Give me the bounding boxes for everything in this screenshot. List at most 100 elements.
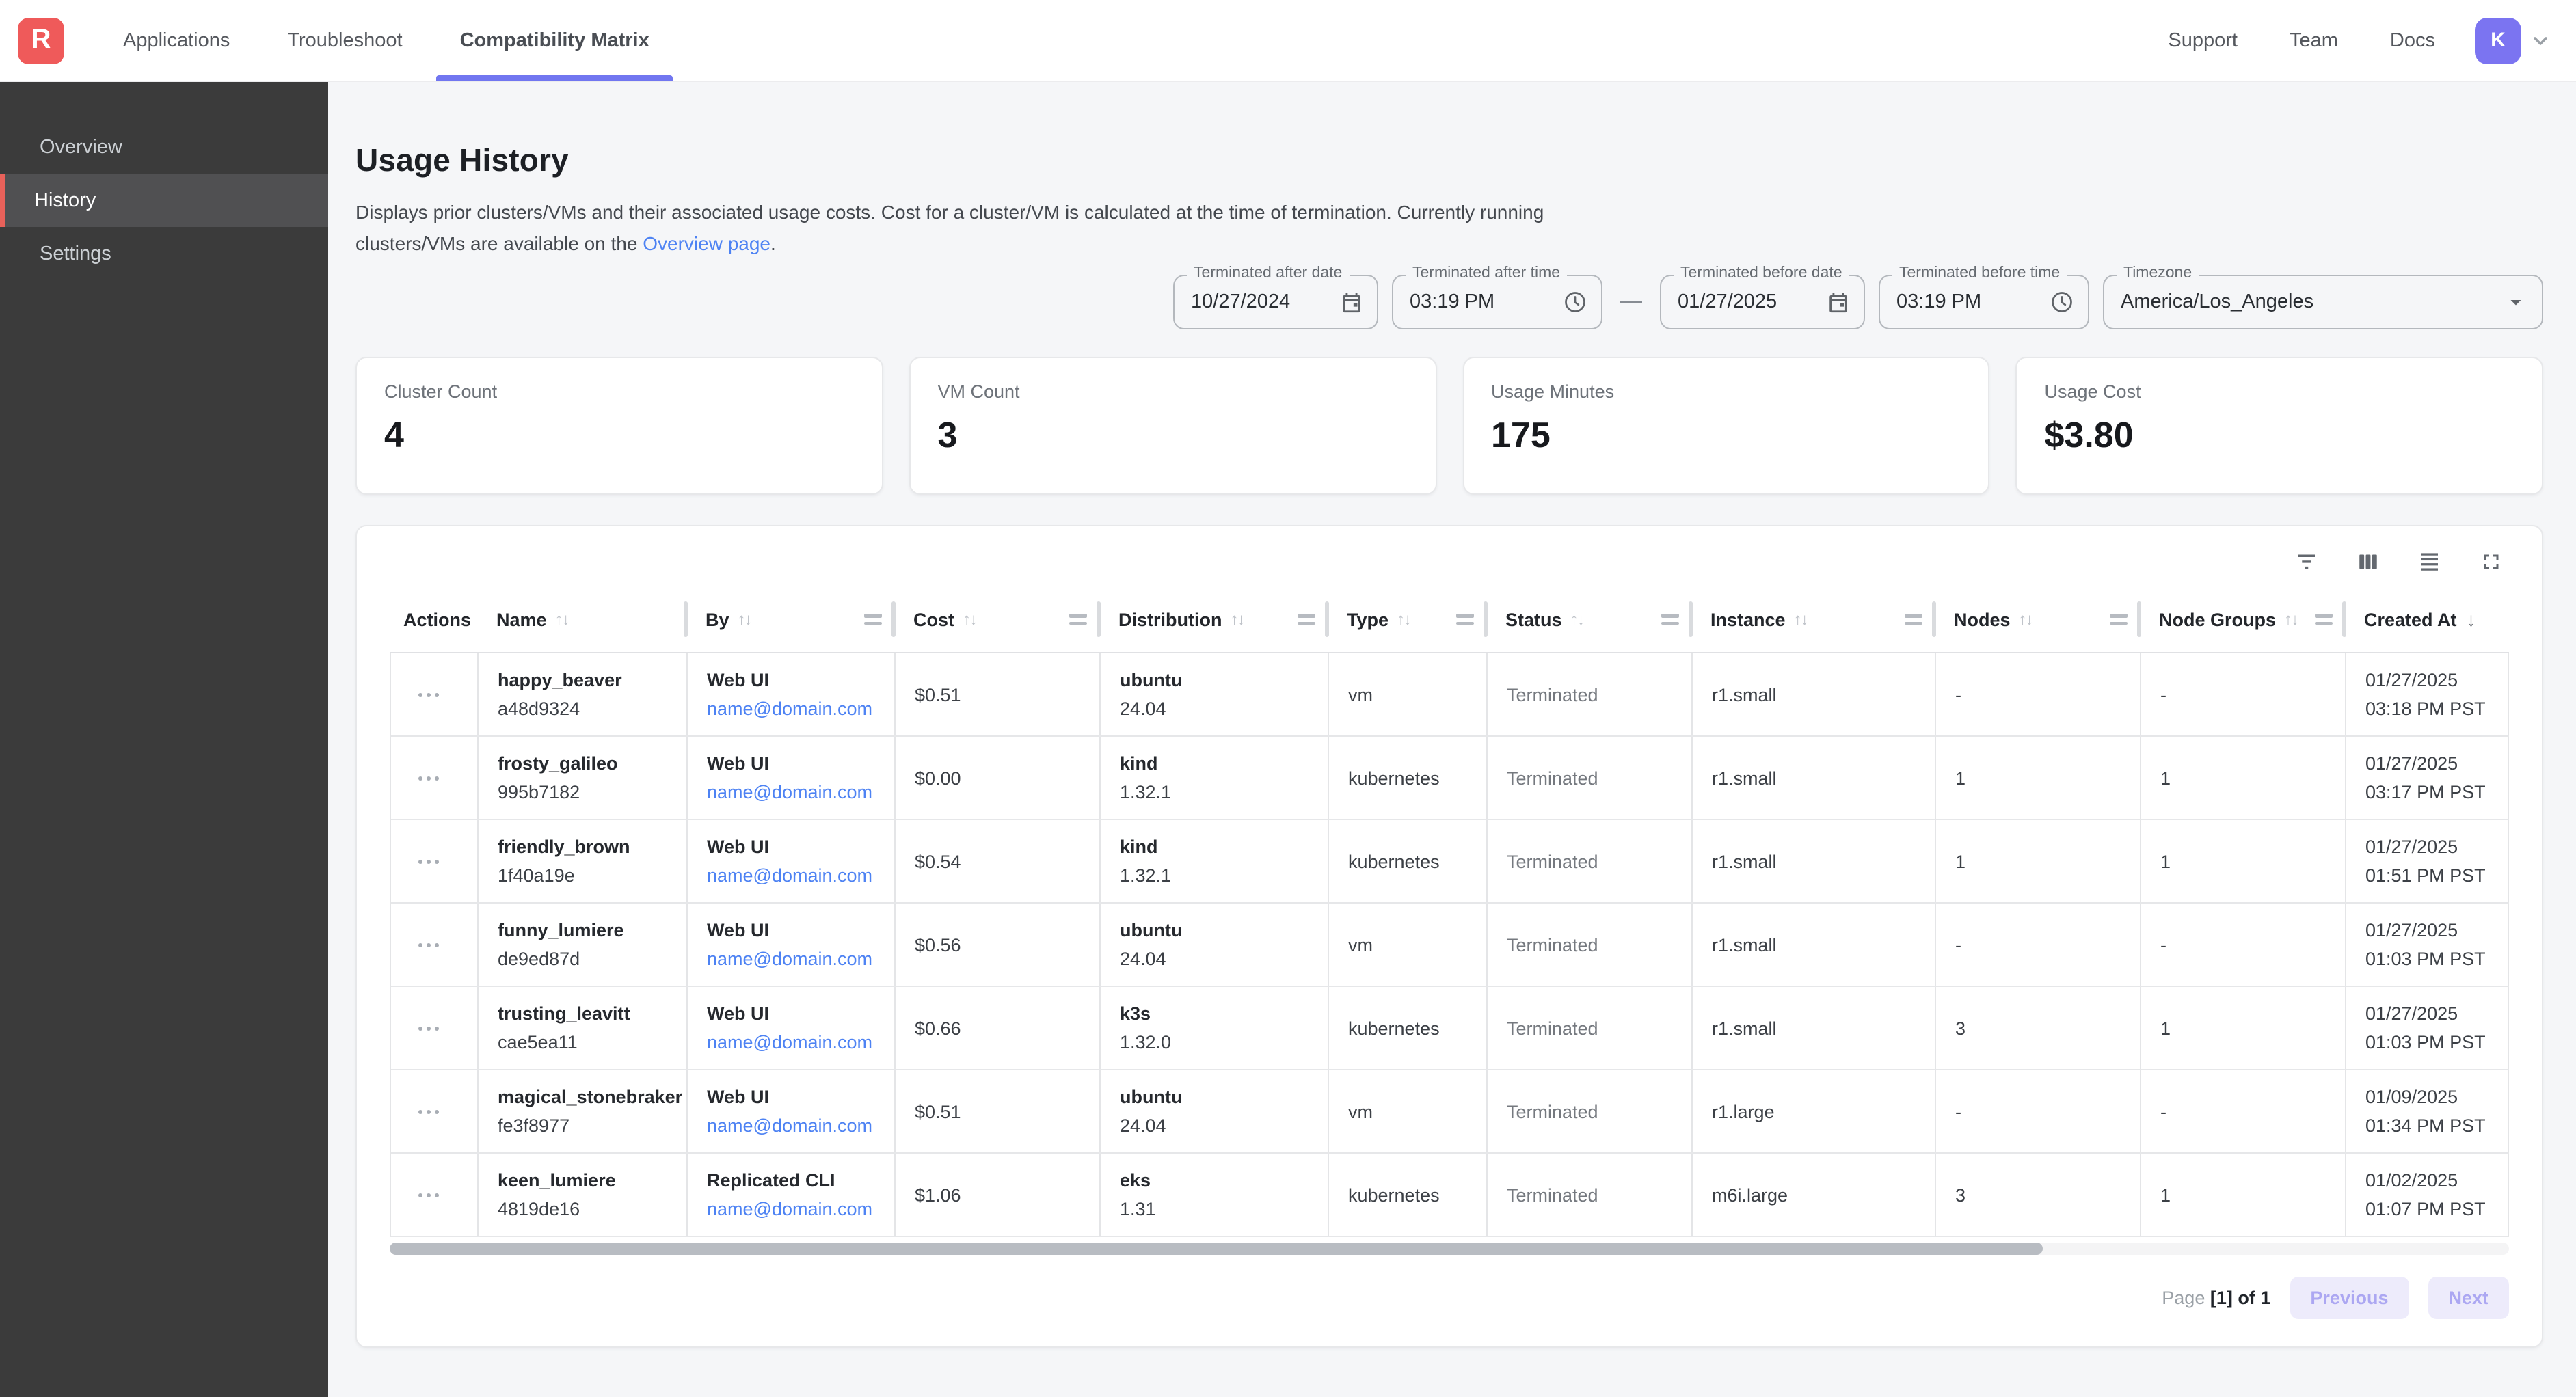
sidebar-item[interactable]: Overview	[0, 120, 328, 174]
more-horizontal-icon[interactable]	[410, 1018, 448, 1039]
terminated-after-time-field[interactable]: Terminated after time	[1392, 275, 1602, 330]
column-resize-handle[interactable]	[864, 614, 882, 625]
created-date: 01/02/2025	[2365, 1171, 2497, 1191]
more-horizontal-icon[interactable]	[410, 851, 448, 872]
stat-label: VM Count	[938, 382, 1408, 403]
column-header-distribution[interactable]: Distribution ↑↓	[1099, 587, 1328, 653]
status-badge: Terminated	[1507, 1185, 1680, 1206]
terminated-before-date-input[interactable]	[1678, 292, 1819, 314]
nav-tab[interactable]: Compatibility Matrix	[431, 0, 678, 81]
stat-value: 4	[384, 415, 855, 457]
column-header-name[interactable]: Name ↑↓	[477, 587, 686, 653]
nav-link[interactable]: Docs	[2364, 29, 2461, 51]
previous-page-button[interactable]: Previous	[2290, 1277, 2409, 1320]
fullscreen-icon[interactable]	[2479, 550, 2504, 575]
type-value: kubernetes	[1348, 852, 1475, 872]
column-header-cost[interactable]: Cost ↑↓	[894, 587, 1099, 653]
calendar-icon[interactable]	[1827, 291, 1850, 314]
sidebar-item[interactable]: Settings	[0, 227, 328, 280]
more-horizontal-icon[interactable]	[410, 1101, 448, 1122]
status-badge: Terminated	[1507, 685, 1680, 705]
clock-icon[interactable]	[2050, 290, 2074, 315]
cell-nodes: 3	[1936, 1154, 2141, 1236]
density-icon[interactable]	[2417, 550, 2442, 575]
nav-tab[interactable]: Troubleshoot	[258, 0, 431, 81]
status-badge: Terminated	[1507, 1102, 1680, 1122]
table-row: magical_stonebraker fe3f8977 Web UI name…	[391, 1071, 2509, 1154]
cell-status: Terminated	[1488, 988, 1693, 1070]
column-resize-handle[interactable]	[2110, 614, 2128, 625]
page-indicator: Page [1] of 1	[2162, 1288, 2270, 1309]
timezone-value[interactable]	[2121, 292, 2495, 314]
nav-link-label: Team	[2290, 29, 2338, 51]
terminated-after-date-field[interactable]: Terminated after date	[1173, 275, 1378, 330]
nodes-count: -	[1955, 935, 2129, 955]
instance-type: r1.small	[1712, 852, 1924, 872]
created-by-email-link[interactable]: name@domain.com	[707, 1033, 883, 1053]
column-resize-handle[interactable]	[1456, 614, 1474, 625]
more-horizontal-icon[interactable]	[410, 768, 448, 789]
column-header-by[interactable]: By ↑↓	[686, 587, 894, 653]
cell-actions	[391, 654, 479, 736]
sort-arrows-icon: ↑↓	[2019, 610, 2032, 629]
column-label: Distribution	[1118, 610, 1222, 630]
column-header-node-groups[interactable]: Node Groups ↑↓	[2140, 587, 2345, 653]
column-resize-handle[interactable]	[1069, 614, 1087, 625]
clock-icon[interactable]	[1563, 290, 1587, 315]
timezone-select[interactable]: Timezone	[2103, 275, 2543, 330]
more-horizontal-icon[interactable]	[410, 1184, 448, 1206]
column-header-instance[interactable]: Instance ↑↓	[1691, 587, 1935, 653]
next-page-button[interactable]: Next	[2428, 1277, 2509, 1320]
created-by-email-link[interactable]: name@domain.com	[707, 949, 883, 970]
more-horizontal-icon[interactable]	[410, 934, 448, 955]
cell-status: Terminated	[1488, 821, 1693, 903]
more-horizontal-icon[interactable]	[410, 684, 448, 705]
column-resize-handle[interactable]	[2315, 614, 2333, 625]
nav-link[interactable]: Team	[2264, 29, 2364, 51]
terminated-before-time-input[interactable]	[1896, 292, 2041, 314]
calendar-icon[interactable]	[1340, 291, 1363, 314]
nav-tab-label: Compatibility Matrix	[460, 29, 649, 51]
cluster-name: friendly_brown	[498, 837, 675, 858]
instance-type: r1.small	[1712, 1018, 1924, 1039]
created-by-email-link[interactable]: name@domain.com	[707, 1199, 883, 1220]
sidebar-item[interactable]: History	[0, 174, 328, 227]
stat-card: Usage Minutes 175	[1462, 357, 1990, 496]
terminated-before-date-field[interactable]: Terminated before date	[1660, 275, 1865, 330]
terminated-before-time-field[interactable]: Terminated before time	[1879, 275, 2089, 330]
nav-tab-label: Applications	[123, 29, 230, 51]
horizontal-scrollbar	[390, 1243, 2509, 1256]
distribution-version: 1.31	[1120, 1199, 1317, 1220]
created-time: 03:17 PM PST	[2365, 783, 2497, 803]
overview-page-link[interactable]: Overview page	[643, 232, 770, 254]
cell-created-at: 01/27/2025 03:18 PM PST	[2346, 654, 2509, 736]
cost-value: $0.54	[915, 852, 1088, 872]
created-by-email-link[interactable]: name@domain.com	[707, 866, 883, 886]
created-by-email-link[interactable]: name@domain.com	[707, 1116, 883, 1137]
cell-nodes: 3	[1936, 988, 2141, 1070]
column-resize-handle[interactable]	[1298, 614, 1315, 625]
table-toolbar	[390, 546, 2509, 579]
column-resize-handle[interactable]	[1905, 614, 1922, 625]
column-header-nodes[interactable]: Nodes ↑↓	[1935, 587, 2140, 653]
terminated-after-time-input[interactable]	[1410, 292, 1555, 314]
column-header-created-at[interactable]: Created At ↓	[2345, 587, 2509, 653]
nav-link[interactable]: Support	[2142, 29, 2264, 51]
scrollbar-thumb[interactable]	[390, 1243, 2043, 1256]
cell-node-groups: -	[2141, 1071, 2346, 1153]
logo-button[interactable]: R	[0, 0, 94, 81]
filter-icon[interactable]	[2294, 550, 2319, 575]
cost-value: $1.06	[915, 1185, 1088, 1206]
column-header-status[interactable]: Status ↑↓	[1486, 587, 1691, 653]
table-row: frosty_galileo 995b7182 Web UI name@doma…	[391, 737, 2509, 821]
nav-tab[interactable]: Applications	[94, 0, 258, 81]
terminated-after-date-input[interactable]	[1191, 292, 1332, 314]
column-header-type[interactable]: Type ↑↓	[1328, 587, 1486, 653]
created-by-email-link[interactable]: name@domain.com	[707, 783, 883, 803]
status-badge: Terminated	[1507, 852, 1680, 872]
distribution-version: 24.04	[1120, 1116, 1317, 1137]
created-by-email-link[interactable]: name@domain.com	[707, 699, 883, 720]
columns-icon[interactable]	[2356, 550, 2380, 575]
account-menu-button[interactable]: K	[2475, 17, 2551, 64]
column-resize-handle[interactable]	[1661, 614, 1679, 625]
